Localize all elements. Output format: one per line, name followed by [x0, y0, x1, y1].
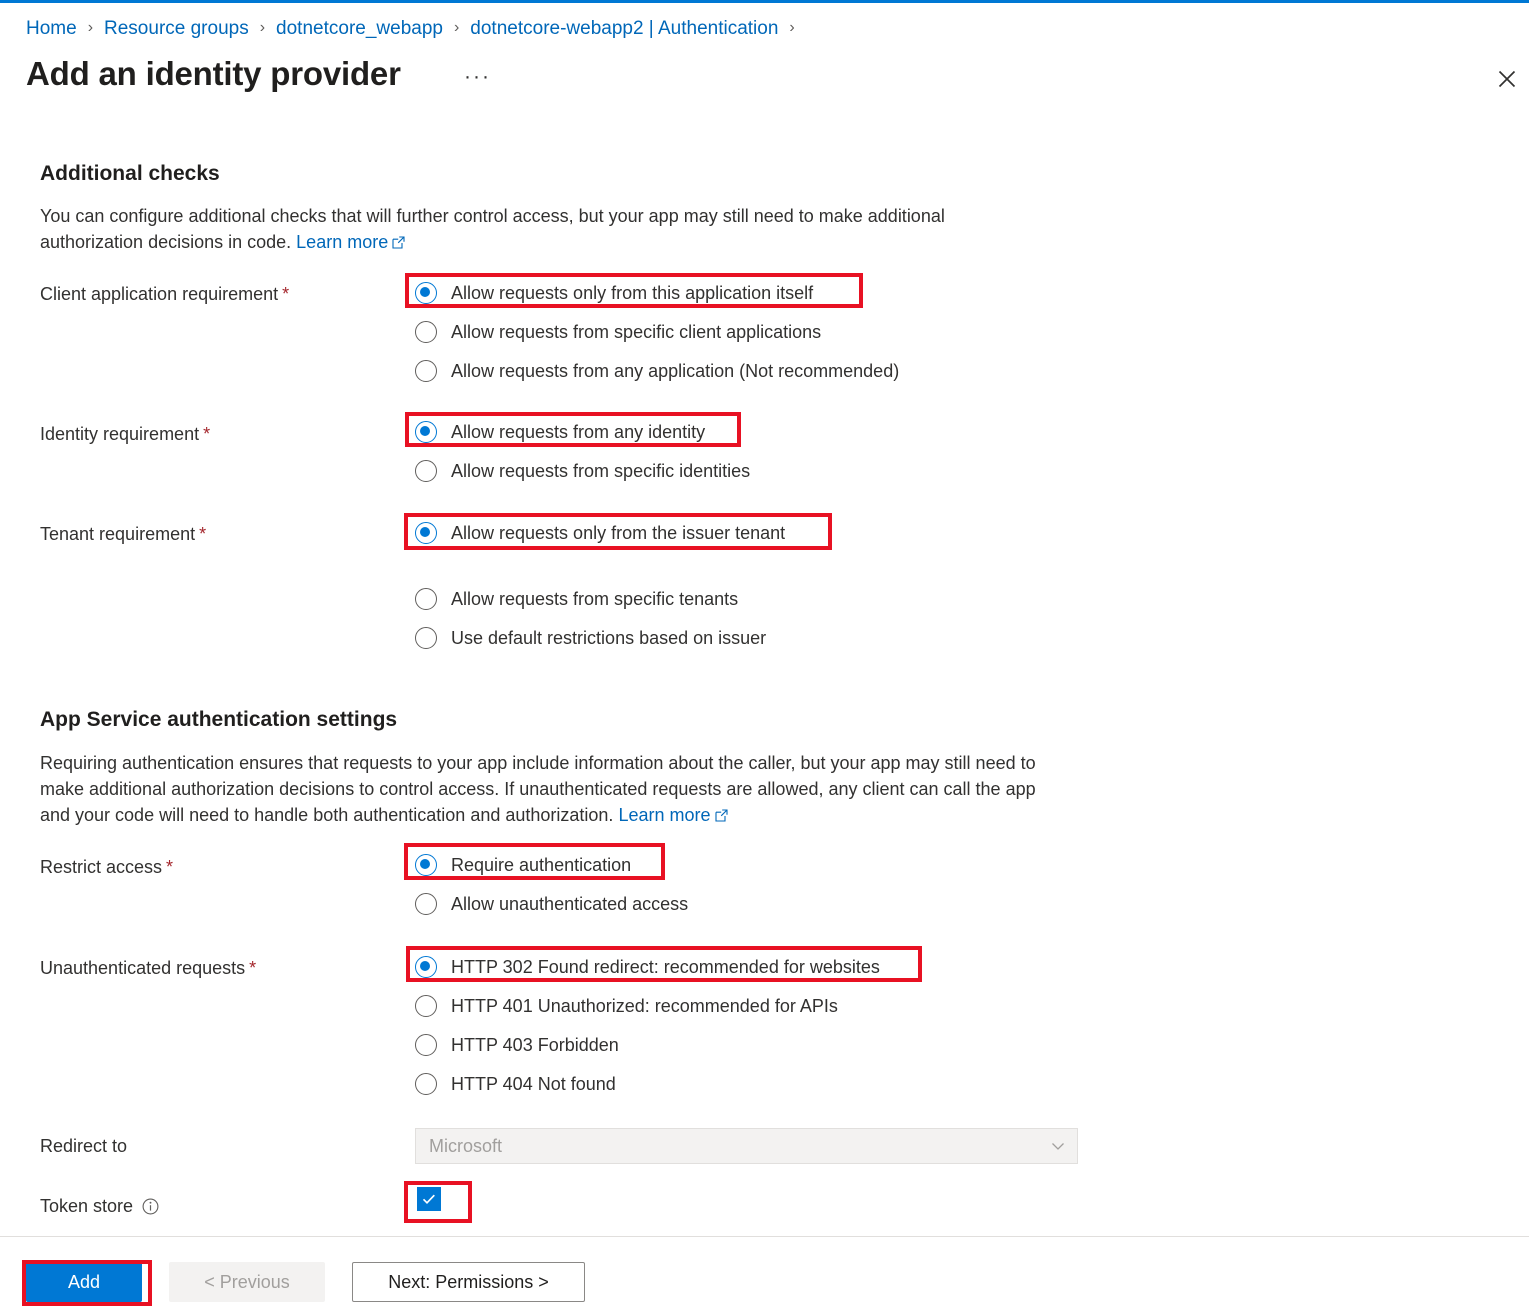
field-label-tenant-requirement: Tenant requirement * — [40, 524, 206, 545]
radio-http-401-unauthorized[interactable]: HTTP 401 Unauthorized: recommended for A… — [415, 991, 838, 1021]
external-link-icon — [714, 809, 728, 822]
required-indicator: * — [249, 958, 257, 978]
radio-label: HTTP 404 Not found — [451, 1074, 616, 1094]
add-button[interactable]: Add — [26, 1262, 142, 1302]
radio-indicator — [415, 282, 437, 304]
required-indicator: * — [199, 524, 207, 544]
required-indicator: * — [282, 284, 290, 304]
radio-allow-requests-from-any-application[interactable]: Allow requests from any application (Not… — [415, 356, 899, 386]
previous-button[interactable]: < Previous — [169, 1262, 325, 1302]
radio-label: Allow requests from specific tenants — [451, 589, 739, 609]
radio-allow-requests-from-specific-tenants[interactable]: Allow requests from specific tenants — [415, 584, 738, 614]
section-description-app-service-authentication: Requiring authentication ensures that re… — [40, 750, 1070, 828]
radio-allow-requests-only-from-the-issuer-tenant[interactable]: Allow requests only from the issuer tena… — [415, 518, 785, 548]
radio-label: Allow requests from specific identities — [451, 461, 751, 481]
more-options-button[interactable]: ··· — [464, 62, 491, 92]
tenant-requirement-label: Tenant requirement — [40, 524, 196, 544]
token-store-label: Token store — [40, 1196, 134, 1216]
field-label-unauthenticated-requests: Unauthenticated requests * — [40, 958, 256, 979]
learn-more-link-additional-checks[interactable]: Learn more — [296, 232, 388, 252]
radio-label: Allow requests only from the issuer tena… — [451, 523, 786, 543]
field-label-redirect-to: Redirect to — [40, 1136, 128, 1156]
unauthenticated-requests-label: Unauthenticated requests — [40, 958, 246, 978]
radio-indicator — [415, 893, 437, 915]
radio-label: HTTP 403 Forbidden — [451, 1035, 619, 1055]
section-description-additional-checks: You can configure additional checks that… — [40, 203, 1050, 255]
radio-indicator — [415, 588, 437, 610]
radio-label: Allow requests from any identity — [451, 422, 706, 442]
breadcrumb-separator: › — [87, 19, 94, 36]
external-link-icon — [392, 236, 405, 249]
breadcrumb-separator: › — [789, 19, 795, 36]
radio-label: Allow requests from any application (Not… — [451, 361, 900, 381]
redirect-to-value: Microsoft — [429, 1135, 503, 1156]
chevron-down-icon — [1049, 1137, 1067, 1155]
radio-label: Allow unauthenticated access — [451, 894, 689, 914]
required-indicator: * — [166, 857, 174, 877]
radio-indicator — [415, 995, 437, 1017]
info-icon[interactable] — [142, 1198, 159, 1215]
restrict-access-label: Restrict access — [40, 857, 163, 877]
radio-indicator — [415, 460, 437, 482]
field-label-identity-requirement: Identity requirement * — [40, 424, 210, 445]
field-label-token-store: Token store — [40, 1195, 159, 1217]
radio-indicator — [415, 1034, 437, 1056]
breadcrumb-item-home[interactable]: Home — [26, 14, 77, 44]
field-label-restrict-access: Restrict access * — [40, 857, 173, 878]
radio-label: Allow requests only from this applicatio… — [451, 283, 814, 303]
identity-requirement-label: Identity requirement — [40, 424, 200, 444]
radio-indicator — [415, 522, 437, 544]
section-heading-app-service-authentication-settings: App Service authentication settings — [40, 708, 398, 731]
next-permissions-button[interactable]: Next: Permissions > — [352, 1262, 585, 1302]
app-service-auth-description-text: Requiring authentication ensures that re… — [40, 753, 1036, 825]
radio-require-authentication[interactable]: Require authentication — [415, 850, 631, 880]
radio-indicator — [415, 321, 437, 343]
required-indicator: * — [203, 424, 211, 444]
radio-http-302-found-redirect[interactable]: HTTP 302 Found redirect: recommended for… — [415, 952, 880, 982]
radio-allow-requests-from-specific-identities[interactable]: Allow requests from specific identities — [415, 456, 750, 486]
radio-label: Use default restrictions based on issuer — [451, 628, 767, 648]
radio-label: HTTP 401 Unauthorized: recommended for A… — [451, 996, 838, 1016]
learn-more-link-app-service-auth[interactable]: Learn more — [618, 805, 710, 825]
footer-divider — [0, 1236, 1529, 1237]
radio-http-403-forbidden[interactable]: HTTP 403 Forbidden — [415, 1030, 619, 1060]
breadcrumb-item-dotnetcore-webapp[interactable]: dotnetcore_webapp — [276, 14, 443, 44]
wizard-footer: Add < Previous Next: Permissions > — [26, 1262, 585, 1302]
section-heading-additional-checks: Additional checks — [40, 162, 220, 185]
breadcrumb-separator: › — [453, 19, 460, 36]
page-title: Add an identity provider — [26, 55, 401, 92]
radio-use-default-restrictions-based-on-issuer[interactable]: Use default restrictions based on issuer — [415, 623, 766, 653]
radio-indicator — [415, 421, 437, 443]
token-store-checkbox[interactable] — [417, 1187, 441, 1211]
radio-allow-requests-from-specific-client-applications[interactable]: Allow requests from specific client appl… — [415, 317, 821, 347]
close-icon[interactable] — [1490, 62, 1524, 96]
radio-label: Require authentication — [451, 855, 632, 875]
radio-indicator — [415, 360, 437, 382]
breadcrumb: Home › Resource groups › dotnetcore_weba… — [26, 14, 806, 44]
radio-indicator — [415, 627, 437, 649]
radio-label: Allow requests from specific client appl… — [451, 322, 822, 342]
breadcrumb-item-authentication[interactable]: dotnetcore-webapp2 | Authentication — [470, 14, 778, 44]
radio-indicator — [415, 854, 437, 876]
radio-allow-requests-from-any-identity[interactable]: Allow requests from any identity — [415, 417, 705, 447]
radio-indicator — [415, 1073, 437, 1095]
breadcrumb-item-resource-groups[interactable]: Resource groups — [104, 14, 249, 44]
field-label-client-application-requirement: Client application requirement * — [40, 284, 289, 305]
client-application-requirement-label: Client application requirement — [40, 284, 279, 304]
redirect-to-dropdown[interactable]: Microsoft — [415, 1128, 1078, 1164]
radio-allow-requests-only-from-this-application-itself[interactable]: Allow requests only from this applicatio… — [415, 278, 813, 308]
breadcrumb-separator: › — [259, 19, 266, 36]
top-accent-bar — [0, 0, 1529, 3]
radio-indicator — [415, 956, 437, 978]
radio-http-404-not-found[interactable]: HTTP 404 Not found — [415, 1069, 616, 1099]
additional-checks-description-text: You can configure additional checks that… — [40, 206, 945, 252]
radio-label: HTTP 302 Found redirect: recommended for… — [451, 957, 880, 977]
radio-allow-unauthenticated-access[interactable]: Allow unauthenticated access — [415, 889, 688, 919]
